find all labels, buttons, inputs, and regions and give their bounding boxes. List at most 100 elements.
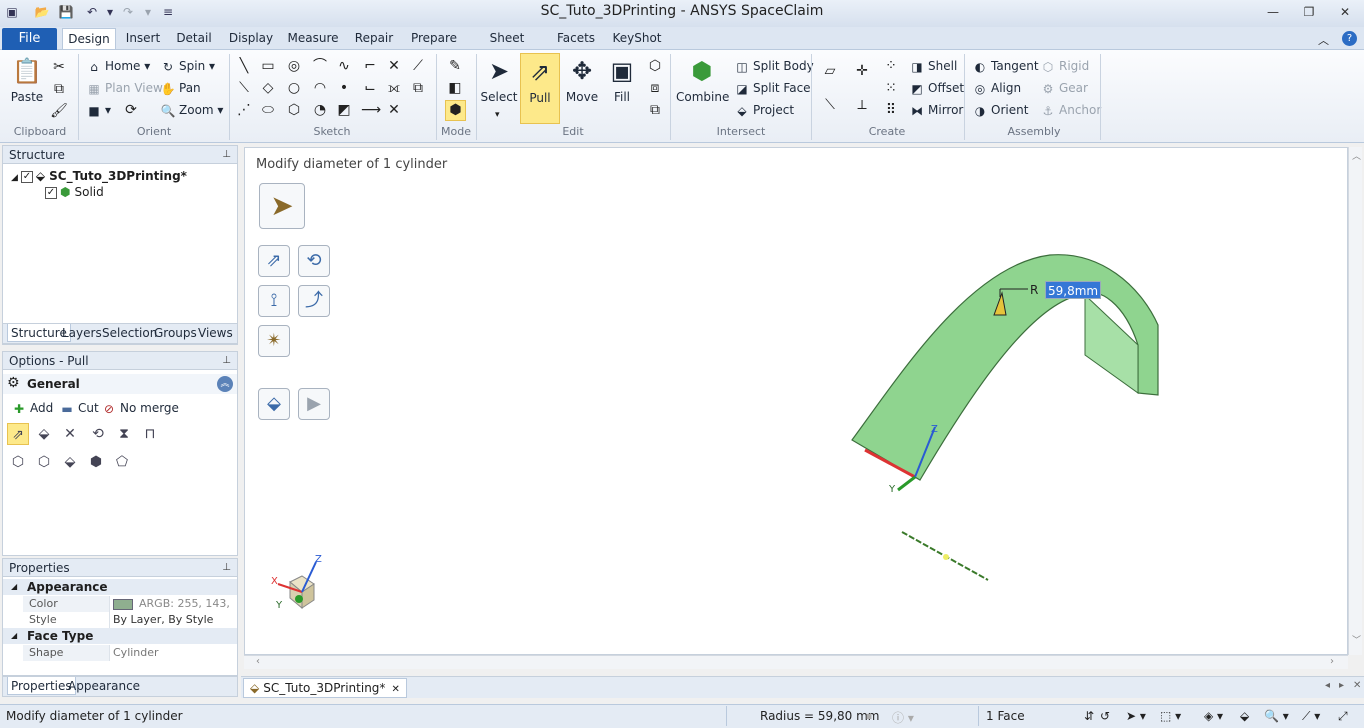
section-mode-icon[interactable]: ◧ xyxy=(446,79,464,97)
circular-pattern-icon[interactable]: ⁙ xyxy=(882,79,900,97)
offset-curve-icon[interactable]: ⟗ xyxy=(385,79,403,97)
split-curve-icon[interactable]: ✕ xyxy=(385,101,403,119)
tab-facets[interactable]: Facets xyxy=(554,28,598,48)
split-body-button[interactable]: ◫ Split Body xyxy=(734,56,813,76)
axis-icon[interactable]: ⟍ xyxy=(821,96,839,114)
extend-curve-icon[interactable]: ⟶ xyxy=(361,101,381,119)
tree-item-solid[interactable]: ✓ ⬢ Solid xyxy=(45,184,104,200)
chamfer-tool-icon[interactable]: ⌙ xyxy=(361,79,379,97)
no-merge-option[interactable]: ⊘ No merge xyxy=(101,398,179,418)
complete-guide-icon[interactable]: ▶ xyxy=(298,388,330,420)
zoom-status-icon[interactable]: 🔍 ▾ xyxy=(1264,709,1289,723)
spin-button[interactable]: ↻ Spin ▾ xyxy=(160,56,215,76)
both-sides-icon[interactable]: ⬡ xyxy=(33,451,55,473)
tangent-line-icon[interactable]: ⟍ xyxy=(235,79,253,97)
tangent-button[interactable]: ◐ Tangent xyxy=(972,56,1039,76)
general-section-header[interactable]: ⚙ General ︽ xyxy=(3,374,237,394)
gear-button[interactable]: ⚙ Gear xyxy=(1040,78,1088,98)
origin-icon[interactable]: ✛ xyxy=(853,62,871,80)
copy-edges-icon[interactable]: ⬠ xyxy=(111,451,133,473)
line-tool-icon[interactable]: ╲ xyxy=(235,57,253,75)
point-tool-icon[interactable]: • xyxy=(335,79,353,97)
scroll-left-icon[interactable]: ‹ xyxy=(256,656,260,667)
format-painter-icon[interactable]: 🖌 xyxy=(50,102,68,120)
selection-filter-icon[interactable]: ⇵ xyxy=(1084,709,1094,723)
collapse-icon[interactable]: ◢ xyxy=(11,628,17,644)
cursor-icon[interactable]: ➤ ▾ xyxy=(1126,709,1146,723)
minimize-icon[interactable]: — xyxy=(1262,4,1284,20)
sweep-guide-icon[interactable]: ⤴ xyxy=(298,285,330,317)
collapse-section-icon[interactable]: ︽ xyxy=(217,376,233,392)
tree-item-root[interactable]: ◢ ✓ ⬙ SC_Tuto_3DPrinting* xyxy=(11,168,187,184)
revolve-icon[interactable]: ⟲ xyxy=(87,423,109,445)
tab-prepare[interactable]: Prepare xyxy=(408,28,460,48)
scroll-down-icon[interactable]: ﹀ xyxy=(1352,633,1361,646)
copy-curve-icon[interactable]: ⧉ xyxy=(409,79,427,97)
three-point-circle-icon[interactable]: ○ xyxy=(285,79,303,97)
pivot-icon[interactable]: ✕ xyxy=(59,423,81,445)
pull-button[interactable]: ⇗ Pull xyxy=(520,53,560,124)
offset-option-icon[interactable]: ⬢ xyxy=(85,451,107,473)
up-to-icon[interactable]: ⬙ xyxy=(33,423,55,445)
align-button[interactable]: ◎ Align xyxy=(972,78,1021,98)
property-row-style[interactable]: Style By Layer, By Style xyxy=(3,612,237,628)
property-row-color[interactable]: ColorARGB: 255, 143, 175 xyxy=(3,596,237,626)
measure-icon[interactable]: ⟋ ▾ xyxy=(1302,709,1320,724)
three-point-rect-icon[interactable]: ◇ xyxy=(259,79,277,97)
3d-mode-icon[interactable]: ⬢ xyxy=(445,100,466,121)
tool-options-guide-icon[interactable]: ⬙ xyxy=(258,388,290,420)
close-icon[interactable]: ✕ xyxy=(1334,4,1356,20)
property-group-appearance[interactable]: ◢ Appearance xyxy=(3,579,237,595)
select-tool-guide-icon[interactable]: ➤ xyxy=(259,183,305,229)
box-select-icon[interactable]: ⬚ ▾ xyxy=(1160,709,1181,723)
rectangle-tool-icon[interactable]: ▭ xyxy=(259,57,277,75)
mirror-button[interactable]: ⧓ Mirror xyxy=(909,100,963,120)
scroll-up-icon[interactable]: ︿ xyxy=(1352,149,1361,162)
construction-line-icon[interactable]: ⋰ xyxy=(235,101,253,119)
select-direction-guide-icon[interactable]: ⇗ xyxy=(258,245,290,277)
select-dropdown-icon[interactable]: ▾ xyxy=(495,110,500,120)
coordinate-system-icon[interactable]: ⟂ xyxy=(853,96,871,114)
polygon-tool-icon[interactable]: ⬡ xyxy=(285,101,303,119)
visibility-checkbox[interactable]: ✓ xyxy=(20,170,33,183)
extrude-option-icon[interactable]: ⬡ xyxy=(7,451,29,473)
tab-next-icon[interactable]: ▸ xyxy=(1339,680,1344,691)
tab-insert[interactable]: Insert xyxy=(122,28,164,48)
scroll-right-icon[interactable]: › xyxy=(1330,656,1334,667)
copy-icon[interactable]: ⧉ xyxy=(50,80,68,98)
pin-icon[interactable]: ⊥ xyxy=(222,352,231,370)
sweep-icon[interactable]: ⧗ xyxy=(113,423,135,445)
property-row-shape[interactable]: Shape Cylinder xyxy=(3,645,237,661)
tab-appearance[interactable]: Appearance xyxy=(65,677,143,695)
stop-icon[interactable]: ⏹ xyxy=(866,709,872,724)
y-axis-handle[interactable] xyxy=(897,475,916,492)
3d-viewport[interactable] xyxy=(244,147,1348,655)
arc-tool-icon[interactable]: ⌒ xyxy=(311,57,329,75)
view-icon[interactable]: ⬙ xyxy=(1240,709,1249,723)
view-cube-button[interactable]: ■ ▾ xyxy=(86,100,111,120)
select-direction-icon[interactable]: ⇗ xyxy=(7,423,29,445)
tab-design[interactable]: Design xyxy=(62,28,116,49)
tab-display[interactable]: Display xyxy=(226,28,276,48)
tab-keyshot[interactable]: KeyShot xyxy=(610,28,664,48)
help-icon[interactable]: ? xyxy=(1342,31,1357,46)
collapse-icon[interactable]: ◢ xyxy=(11,579,17,595)
minimize-ribbon-icon[interactable]: ︿ xyxy=(1318,32,1329,48)
grid-pattern-icon[interactable]: ⠿ xyxy=(882,101,900,119)
tab-groups[interactable]: Groups xyxy=(151,324,200,342)
combine-button[interactable]: ⬢ Combine xyxy=(676,56,729,104)
pin-icon[interactable]: ⊥ xyxy=(222,559,231,577)
rigid-button[interactable]: ⬡ Rigid xyxy=(1040,56,1090,76)
tab-repair[interactable]: Repair xyxy=(352,28,396,48)
ellipse-tool-icon[interactable]: ⬭ xyxy=(259,101,277,119)
paste-button[interactable]: 📋 Paste xyxy=(8,56,46,104)
vertical-scrollbar[interactable]: ︿ ﹀ xyxy=(1348,147,1362,655)
fullscreen-icon[interactable]: ⤢ xyxy=(1338,709,1348,724)
close-tab-icon[interactable]: ✕ xyxy=(391,684,399,695)
home-button[interactable]: ⌂ Home ▾ xyxy=(86,56,150,76)
color-swatch[interactable] xyxy=(113,598,133,610)
line-element-svg[interactable] xyxy=(898,528,994,588)
fillet-tool-icon[interactable]: ⌐ xyxy=(361,57,379,75)
tab-close-all-icon[interactable]: ✕ xyxy=(1353,680,1361,691)
ruled-icon[interactable]: ⬙ xyxy=(59,451,81,473)
